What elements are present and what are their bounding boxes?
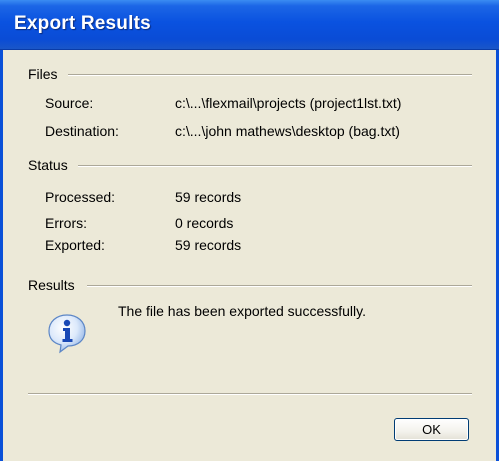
export-results-dialog: Export Results Files Source: c:\...\flex… — [0, 0, 499, 461]
information-icon — [48, 314, 86, 354]
dialog-body: Files Source: c:\...\flexmail\projects (… — [3, 50, 496, 461]
source-label: Source: — [45, 95, 94, 111]
results-message: The file has been exported successfully. — [118, 303, 366, 319]
status-group-divider — [78, 165, 472, 167]
status-group-label: Status — [28, 157, 74, 173]
footer-divider — [28, 393, 472, 395]
results-group-label: Results — [28, 277, 81, 293]
files-group-header: Files — [28, 65, 64, 83]
window-title: Export Results — [14, 13, 151, 34]
results-group-header: Results — [28, 276, 81, 294]
files-group-divider — [68, 74, 472, 76]
ok-button-label: OK — [422, 422, 441, 437]
results-group-divider — [87, 285, 472, 287]
files-group-label: Files — [28, 66, 64, 82]
errors-label: Errors: — [45, 215, 87, 231]
exported-label: Exported: — [45, 237, 105, 253]
exported-value: 59 records — [175, 237, 242, 253]
processed-label: Processed: — [45, 189, 116, 205]
title-bar[interactable]: Export Results — [0, 0, 499, 50]
destination-value: c:\...\john mathews\desktop (bag.txt) — [175, 123, 400, 139]
status-group-header: Status — [28, 156, 74, 174]
errors-value: 0 records — [175, 215, 234, 231]
ok-button[interactable]: OK — [394, 418, 469, 441]
source-value: c:\...\flexmail\projects (project1lst.tx… — [175, 95, 402, 111]
destination-label: Destination: — [45, 123, 119, 139]
processed-value: 59 records — [175, 189, 242, 205]
